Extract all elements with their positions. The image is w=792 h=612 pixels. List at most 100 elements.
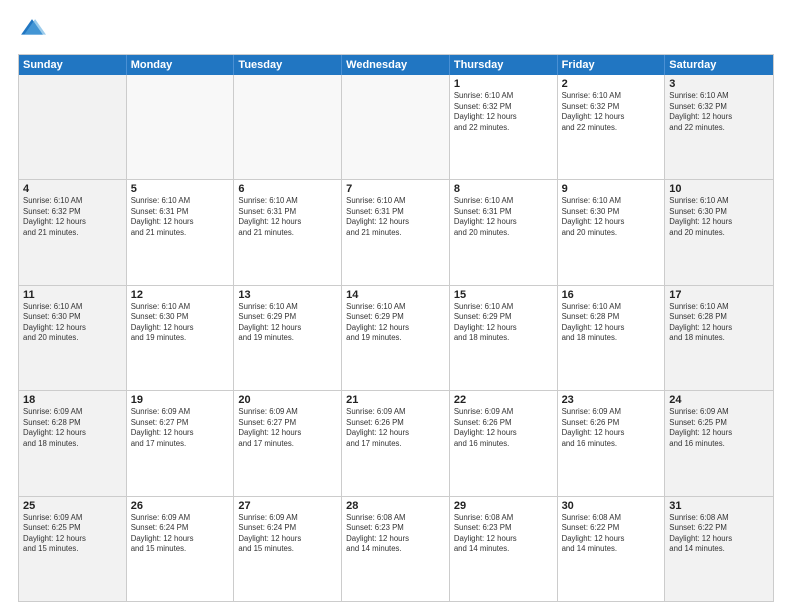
day-number: 12 bbox=[131, 289, 230, 301]
cell-info: Sunrise: 6:08 AMSunset: 6:23 PMDaylight:… bbox=[346, 513, 445, 555]
day-cell-13: 13Sunrise: 6:10 AMSunset: 6:29 PMDayligh… bbox=[234, 286, 342, 390]
day-cell-15: 15Sunrise: 6:10 AMSunset: 6:29 PMDayligh… bbox=[450, 286, 558, 390]
day-cell-18: 18Sunrise: 6:09 AMSunset: 6:28 PMDayligh… bbox=[19, 391, 127, 495]
day-cell-17: 17Sunrise: 6:10 AMSunset: 6:28 PMDayligh… bbox=[665, 286, 773, 390]
cell-info: Sunrise: 6:08 AMSunset: 6:22 PMDaylight:… bbox=[562, 513, 661, 555]
day-number: 7 bbox=[346, 183, 445, 195]
day-cell-28: 28Sunrise: 6:08 AMSunset: 6:23 PMDayligh… bbox=[342, 497, 450, 601]
empty-cell bbox=[127, 75, 235, 179]
cell-info: Sunrise: 6:09 AMSunset: 6:28 PMDaylight:… bbox=[23, 407, 122, 449]
day-cell-27: 27Sunrise: 6:09 AMSunset: 6:24 PMDayligh… bbox=[234, 497, 342, 601]
day-number: 2 bbox=[562, 78, 661, 90]
cell-info: Sunrise: 6:09 AMSunset: 6:26 PMDaylight:… bbox=[346, 407, 445, 449]
day-cell-30: 30Sunrise: 6:08 AMSunset: 6:22 PMDayligh… bbox=[558, 497, 666, 601]
cell-info: Sunrise: 6:09 AMSunset: 6:27 PMDaylight:… bbox=[238, 407, 337, 449]
cell-info: Sunrise: 6:10 AMSunset: 6:30 PMDaylight:… bbox=[669, 196, 769, 238]
day-cell-31: 31Sunrise: 6:08 AMSunset: 6:22 PMDayligh… bbox=[665, 497, 773, 601]
day-number: 27 bbox=[238, 500, 337, 512]
logo bbox=[18, 16, 50, 44]
page-header bbox=[18, 16, 774, 44]
day-cell-22: 22Sunrise: 6:09 AMSunset: 6:26 PMDayligh… bbox=[450, 391, 558, 495]
day-cell-20: 20Sunrise: 6:09 AMSunset: 6:27 PMDayligh… bbox=[234, 391, 342, 495]
day-cell-24: 24Sunrise: 6:09 AMSunset: 6:25 PMDayligh… bbox=[665, 391, 773, 495]
day-number: 18 bbox=[23, 394, 122, 406]
empty-cell bbox=[234, 75, 342, 179]
day-cell-11: 11Sunrise: 6:10 AMSunset: 6:30 PMDayligh… bbox=[19, 286, 127, 390]
day-cell-12: 12Sunrise: 6:10 AMSunset: 6:30 PMDayligh… bbox=[127, 286, 235, 390]
calendar-row-4: 18Sunrise: 6:09 AMSunset: 6:28 PMDayligh… bbox=[19, 390, 773, 495]
cell-info: Sunrise: 6:10 AMSunset: 6:28 PMDaylight:… bbox=[669, 302, 769, 344]
day-number: 6 bbox=[238, 183, 337, 195]
day-number: 20 bbox=[238, 394, 337, 406]
day-number: 28 bbox=[346, 500, 445, 512]
day-number: 16 bbox=[562, 289, 661, 301]
cell-info: Sunrise: 6:10 AMSunset: 6:30 PMDaylight:… bbox=[23, 302, 122, 344]
day-number: 26 bbox=[131, 500, 230, 512]
calendar-row-3: 11Sunrise: 6:10 AMSunset: 6:30 PMDayligh… bbox=[19, 285, 773, 390]
day-cell-16: 16Sunrise: 6:10 AMSunset: 6:28 PMDayligh… bbox=[558, 286, 666, 390]
calendar-page: SundayMondayTuesdayWednesdayThursdayFrid… bbox=[0, 0, 792, 612]
weekday-header-tuesday: Tuesday bbox=[234, 55, 342, 75]
cell-info: Sunrise: 6:10 AMSunset: 6:28 PMDaylight:… bbox=[562, 302, 661, 344]
cell-info: Sunrise: 6:10 AMSunset: 6:29 PMDaylight:… bbox=[238, 302, 337, 344]
day-number: 25 bbox=[23, 500, 122, 512]
day-number: 14 bbox=[346, 289, 445, 301]
day-number: 15 bbox=[454, 289, 553, 301]
day-number: 31 bbox=[669, 500, 769, 512]
cell-info: Sunrise: 6:10 AMSunset: 6:30 PMDaylight:… bbox=[131, 302, 230, 344]
day-cell-1: 1Sunrise: 6:10 AMSunset: 6:32 PMDaylight… bbox=[450, 75, 558, 179]
cell-info: Sunrise: 6:10 AMSunset: 6:31 PMDaylight:… bbox=[131, 196, 230, 238]
calendar-row-5: 25Sunrise: 6:09 AMSunset: 6:25 PMDayligh… bbox=[19, 496, 773, 601]
cell-info: Sunrise: 6:10 AMSunset: 6:31 PMDaylight:… bbox=[238, 196, 337, 238]
weekday-header-monday: Monday bbox=[127, 55, 235, 75]
day-cell-23: 23Sunrise: 6:09 AMSunset: 6:26 PMDayligh… bbox=[558, 391, 666, 495]
cell-info: Sunrise: 6:10 AMSunset: 6:29 PMDaylight:… bbox=[346, 302, 445, 344]
cell-info: Sunrise: 6:09 AMSunset: 6:24 PMDaylight:… bbox=[238, 513, 337, 555]
day-cell-21: 21Sunrise: 6:09 AMSunset: 6:26 PMDayligh… bbox=[342, 391, 450, 495]
empty-cell bbox=[19, 75, 127, 179]
cell-info: Sunrise: 6:09 AMSunset: 6:24 PMDaylight:… bbox=[131, 513, 230, 555]
cell-info: Sunrise: 6:10 AMSunset: 6:29 PMDaylight:… bbox=[454, 302, 553, 344]
day-cell-5: 5Sunrise: 6:10 AMSunset: 6:31 PMDaylight… bbox=[127, 180, 235, 284]
day-number: 13 bbox=[238, 289, 337, 301]
day-cell-7: 7Sunrise: 6:10 AMSunset: 6:31 PMDaylight… bbox=[342, 180, 450, 284]
day-cell-4: 4Sunrise: 6:10 AMSunset: 6:32 PMDaylight… bbox=[19, 180, 127, 284]
cell-info: Sunrise: 6:08 AMSunset: 6:23 PMDaylight:… bbox=[454, 513, 553, 555]
day-number: 3 bbox=[669, 78, 769, 90]
day-cell-29: 29Sunrise: 6:08 AMSunset: 6:23 PMDayligh… bbox=[450, 497, 558, 601]
day-number: 22 bbox=[454, 394, 553, 406]
day-number: 21 bbox=[346, 394, 445, 406]
day-number: 19 bbox=[131, 394, 230, 406]
day-cell-26: 26Sunrise: 6:09 AMSunset: 6:24 PMDayligh… bbox=[127, 497, 235, 601]
calendar-row-2: 4Sunrise: 6:10 AMSunset: 6:32 PMDaylight… bbox=[19, 179, 773, 284]
day-number: 11 bbox=[23, 289, 122, 301]
cell-info: Sunrise: 6:10 AMSunset: 6:32 PMDaylight:… bbox=[669, 91, 769, 133]
day-cell-14: 14Sunrise: 6:10 AMSunset: 6:29 PMDayligh… bbox=[342, 286, 450, 390]
day-number: 29 bbox=[454, 500, 553, 512]
day-cell-10: 10Sunrise: 6:10 AMSunset: 6:30 PMDayligh… bbox=[665, 180, 773, 284]
empty-cell bbox=[342, 75, 450, 179]
logo-icon bbox=[18, 16, 46, 44]
cell-info: Sunrise: 6:08 AMSunset: 6:22 PMDaylight:… bbox=[669, 513, 769, 555]
cell-info: Sunrise: 6:09 AMSunset: 6:27 PMDaylight:… bbox=[131, 407, 230, 449]
cell-info: Sunrise: 6:10 AMSunset: 6:31 PMDaylight:… bbox=[346, 196, 445, 238]
day-number: 9 bbox=[562, 183, 661, 195]
cell-info: Sunrise: 6:10 AMSunset: 6:32 PMDaylight:… bbox=[23, 196, 122, 238]
day-cell-3: 3Sunrise: 6:10 AMSunset: 6:32 PMDaylight… bbox=[665, 75, 773, 179]
day-cell-25: 25Sunrise: 6:09 AMSunset: 6:25 PMDayligh… bbox=[19, 497, 127, 601]
cell-info: Sunrise: 6:09 AMSunset: 6:25 PMDaylight:… bbox=[23, 513, 122, 555]
day-cell-6: 6Sunrise: 6:10 AMSunset: 6:31 PMDaylight… bbox=[234, 180, 342, 284]
day-cell-8: 8Sunrise: 6:10 AMSunset: 6:31 PMDaylight… bbox=[450, 180, 558, 284]
day-number: 24 bbox=[669, 394, 769, 406]
calendar-row-1: 1 Sunrise: 6:10 AMSunset: 6:32 PMDaylight… bbox=[19, 75, 773, 179]
day-cell-19: 19Sunrise: 6:09 AMSunset: 6:27 PMDayligh… bbox=[127, 391, 235, 495]
day-number: 4 bbox=[23, 183, 122, 195]
cell-info: Sunrise: 6:09 AMSunset: 6:26 PMDaylight:… bbox=[454, 407, 553, 449]
day-number: 10 bbox=[669, 183, 769, 195]
day-cell-9: 9Sunrise: 6:10 AMSunset: 6:30 PMDaylight… bbox=[558, 180, 666, 284]
weekday-header-saturday: Saturday bbox=[665, 55, 773, 75]
cell-info: Sunrise: 6:09 AMSunset: 6:25 PMDaylight:… bbox=[669, 407, 769, 449]
weekday-header-friday: Friday bbox=[558, 55, 666, 75]
calendar-header: SundayMondayTuesdayWednesdayThursdayFrid… bbox=[19, 55, 773, 75]
day-number: 1 bbox=[454, 78, 553, 90]
